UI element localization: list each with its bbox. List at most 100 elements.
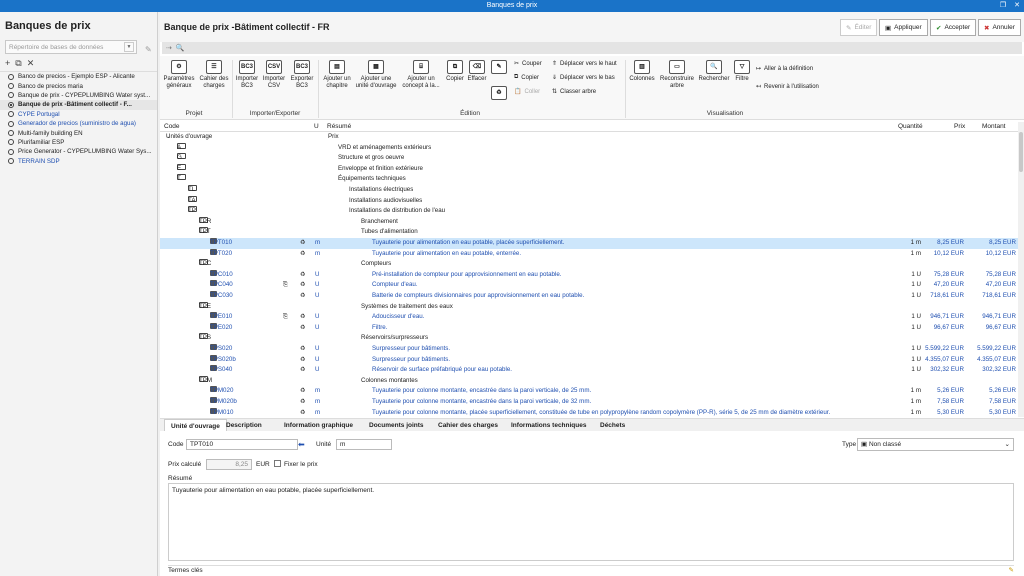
table-row[interactable]: ›TPC010♻UPré-installation de compteur po… — [160, 269, 1018, 281]
cut-button[interactable]: ✂ Couper — [514, 60, 542, 68]
col-quantity[interactable]: Quantité — [898, 123, 923, 130]
table-row[interactable]: ›TPM020♻mTuyauterie pour colonne montant… — [160, 386, 1018, 397]
table-row[interactable]: ⌄TPCCompteurs — [160, 259, 1018, 270]
table-row[interactable]: ⌄TPESystèmes de traitement des eaux — [160, 301, 1018, 313]
table-row[interactable]: ›AVRD et aménagements extérieurs — [160, 142, 1018, 154]
restore-icon[interactable]: ❐ — [1000, 0, 1006, 12]
table-row[interactable]: ›TPS040♻URéservoir de surface préfabriqu… — [160, 365, 1018, 376]
table-row[interactable]: ›TPM020b♻mTuyauterie pour colonne montan… — [160, 397, 1018, 408]
copy-big-button[interactable]: ⧉ Copier — [444, 60, 466, 83]
bank-list-item[interactable]: Generador de precios (suministro de agua… — [0, 119, 157, 128]
radio-icon[interactable] — [8, 148, 14, 155]
export-bc3-button[interactable]: BC3 Exporter BC3 — [288, 60, 316, 90]
rebuild-tree-button[interactable]: ▭ Reconstruire arbre — [658, 60, 696, 90]
col-unit[interactable]: U — [314, 123, 319, 130]
search-icon[interactable]: 🔍 — [176, 44, 185, 52]
arrow-left-icon[interactable]: ⬅ — [298, 440, 305, 449]
table-row[interactable]: ›TPRBranchement — [160, 216, 1018, 228]
radio-icon[interactable] — [8, 130, 14, 137]
close-icon[interactable]: ✕ — [1014, 0, 1020, 12]
apply-button[interactable]: ▣ Appliquer — [879, 19, 928, 36]
radio-icon[interactable] — [8, 83, 14, 90]
radio-icon[interactable] — [8, 158, 14, 165]
radio-icon[interactable] — [8, 101, 14, 108]
cancel-button[interactable]: ✖ Annuler — [978, 19, 1021, 36]
table-row[interactable]: ›GStructure et gros oeuvre — [160, 153, 1018, 164]
scrollbar-thumb[interactable] — [1019, 132, 1023, 172]
search-bar[interactable]: ⇢ 🔍 — [162, 42, 1022, 54]
search-button[interactable]: 🔍 Rechercher — [697, 60, 731, 83]
copy-button[interactable]: ⧉ Copier — [514, 74, 539, 81]
radio-icon[interactable] — [8, 139, 14, 146]
table-row[interactable]: ›TPC040⎘♻UCompteur d'eau.1 U47,20 EUR47,… — [160, 280, 1018, 291]
radio-icon[interactable] — [8, 92, 14, 99]
fix-price-checkbox[interactable] — [274, 460, 281, 467]
bank-list-item[interactable]: CYPE Portugal — [0, 110, 157, 119]
erase-button[interactable]: ⌫ Effacer — [466, 60, 488, 83]
back-to-usage-button[interactable]: ↤ Revenir à l'utilisation — [756, 83, 819, 91]
code-input[interactable]: TPT010 — [186, 439, 298, 450]
radio-icon[interactable] — [8, 120, 14, 127]
chevron-down-icon[interactable]: ▼ — [124, 42, 134, 52]
classify-tree-button[interactable]: ⇅ Classer arbre — [552, 88, 596, 96]
col-price[interactable]: Prix — [954, 123, 965, 130]
table-row[interactable]: ⌄TÉquipements techniques — [160, 174, 1018, 185]
add-bank-icon[interactable]: + — [5, 58, 10, 69]
filter-icon[interactable]: ⇢ — [166, 44, 172, 52]
add-unit-button[interactable]: ▦ Ajouter une unité d'ouvrage — [355, 60, 397, 90]
keywords-row[interactable]: Termes clés ✎ — [168, 565, 1014, 575]
table-row[interactable]: ›EEnveloppe et finition extérieure — [160, 163, 1018, 175]
bank-list-item[interactable]: Banco de precios - Ejemplo ESP - Alicant… — [0, 72, 157, 81]
table-row[interactable]: ›TPT010♻mTuyauterie pour alimentation en… — [160, 238, 1018, 249]
vertical-scrollbar[interactable] — [1018, 122, 1024, 417]
import-bc3-button[interactable]: BC3 Importer BC3 — [234, 60, 260, 90]
filter-button[interactable]: ▽ Filtre — [731, 60, 753, 83]
radio-icon[interactable] — [8, 111, 14, 118]
table-row[interactable]: ›TPC030♻UBatterie de compteurs divisionn… — [160, 291, 1018, 302]
table-row[interactable]: ›TAInstallations audiovisuelles — [160, 195, 1018, 207]
add-chapter-button[interactable]: ▤ Ajouter un chapitre — [320, 60, 354, 90]
table-row[interactable]: ›TPS020♻USurpresseur pour bâtiments.1 U5… — [160, 344, 1018, 355]
table-row[interactable]: ⌄TPTTubes d'alimentation — [160, 227, 1018, 238]
table-row[interactable]: ⌄ Unités d'ouvrage Prix — [160, 132, 1018, 143]
table-row[interactable]: ›TPE020♻UFiltre.1 U96,67 EUR96,67 EUR — [160, 322, 1018, 334]
radio-icon[interactable] — [8, 73, 14, 80]
col-summary[interactable]: Résumé — [327, 123, 351, 130]
delete-bank-icon[interactable]: ✕ — [27, 58, 35, 69]
goto-definition-button[interactable]: ↦ Aller à la définition — [756, 65, 813, 73]
table-row[interactable]: ⌄TPMColonnes montantes — [160, 375, 1018, 387]
table-row[interactable]: ›TPT020♻mTuyauterie pour alimentation en… — [160, 248, 1018, 260]
bank-list-item[interactable]: TERRAIN SDP — [0, 157, 157, 166]
columns-button[interactable]: ▥ Colonnes — [627, 60, 657, 83]
move-down-button[interactable]: ⇓ Déplacer vers le bas — [552, 74, 615, 82]
import-csv-button[interactable]: CSV Importer CSV — [261, 60, 287, 90]
edit-repository-icon[interactable]: ✎ — [145, 45, 152, 54]
table-row[interactable]: ⌄TPSRéservoirs/surpresseurs — [160, 333, 1018, 344]
draw-tool-button[interactable]: ✎ — [489, 60, 509, 76]
pencil-edit-icon[interactable]: ✎ — [1009, 566, 1014, 576]
accept-button[interactable]: ✔ Accepter — [930, 19, 977, 36]
edit-button[interactable]: ✎ Éditer — [840, 19, 878, 36]
bank-list-item[interactable]: Multi-family building EN — [0, 128, 157, 137]
bank-list-item[interactable]: Banque de prix -Bâtiment collectif - F..… — [0, 100, 157, 110]
repository-dropdown[interactable]: Répertoire de bases de données ▼ — [5, 40, 137, 54]
bank-list-item[interactable]: Plurifamiliar ESP — [0, 138, 157, 147]
table-row[interactable]: ›TPS020b♻USurpresseur pour bâtiments.1 U… — [160, 354, 1018, 366]
copy-bank-icon[interactable]: ⧉ — [15, 58, 21, 69]
unit-input[interactable]: m — [336, 439, 392, 450]
table-row[interactable]: ›TPE010⎘♻UAdoucisseur d'eau.1 U946,71 EU… — [160, 312, 1018, 323]
table-row[interactable]: ⌄TPInstallations de distribution de l'ea… — [160, 206, 1018, 217]
recycle-tool-button[interactable]: ♻ — [489, 86, 509, 102]
general-params-button[interactable]: ⚙ Paramètres généraux — [162, 60, 196, 90]
table-row[interactable]: ›TLInstallations électriques — [160, 185, 1018, 196]
summary-textarea[interactable]: Tuyauterie pour alimentation en eau pota… — [168, 483, 1014, 561]
specifications-button[interactable]: ☰ Cahier des charges — [197, 60, 231, 90]
type-select[interactable]: ▣ Non classé ⌄ — [857, 438, 1014, 451]
table-row[interactable]: ›TPM010♻mTuyauterie pour colonne montant… — [160, 407, 1018, 417]
move-up-button[interactable]: ⇑ Déplacer vers le haut — [552, 60, 617, 68]
bank-list-item[interactable]: Banque de prix - CYPEPLUMBING Water syst… — [0, 91, 157, 100]
col-amount[interactable]: Montant — [982, 123, 1006, 130]
paste-button[interactable]: 📋 Coller — [514, 88, 540, 96]
col-code[interactable]: Code — [164, 123, 180, 130]
bank-list-item[interactable]: Price Generator - CYPEPLUMBING Water Sys… — [0, 147, 157, 156]
